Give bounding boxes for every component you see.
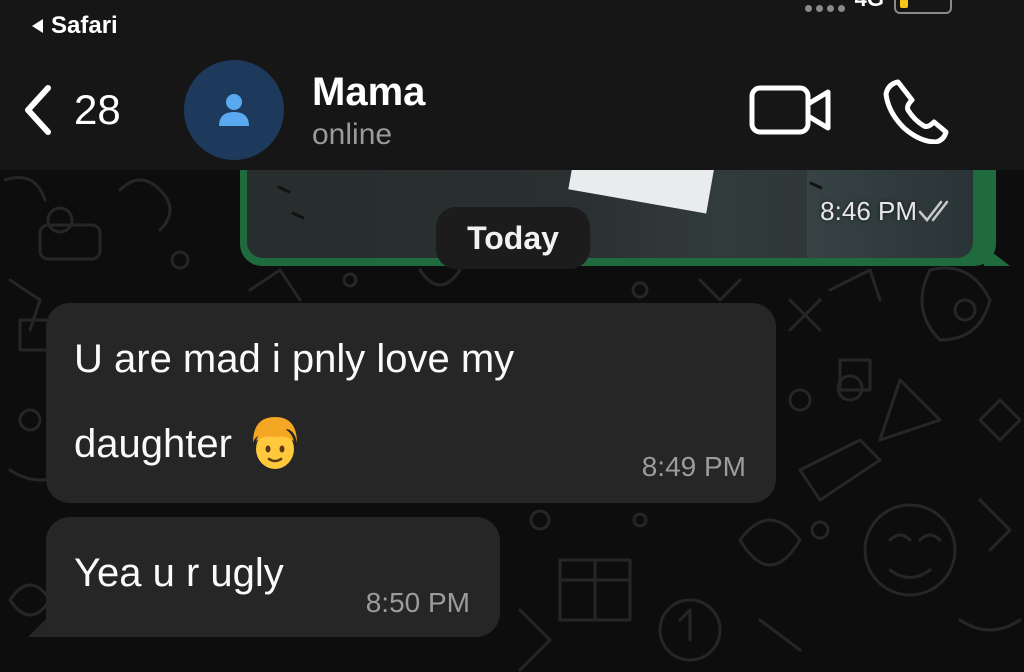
message-text: Yea u r ugly xyxy=(74,551,284,595)
back-button[interactable]: 28 xyxy=(20,74,121,146)
video-call-button[interactable] xyxy=(748,82,834,138)
message-text-line: U are mad i pnly love my xyxy=(74,337,515,381)
double-check-icon xyxy=(918,200,949,222)
voice-call-button[interactable] xyxy=(880,76,952,145)
message-time: 8:46 PM xyxy=(820,196,917,226)
bubble-tail xyxy=(28,615,50,637)
avatar[interactable] xyxy=(184,60,284,160)
unread-count: 28 xyxy=(74,86,121,133)
status-indicators: 4G xyxy=(804,0,952,14)
incoming-message[interactable]: U are mad i pnly love my daughter 8:49 P… xyxy=(46,303,776,503)
back-triangle-icon xyxy=(32,19,43,33)
message-text-line-with-emoji: daughter xyxy=(74,415,302,473)
phone-icon xyxy=(883,79,949,145)
status-bar: Safari 4G xyxy=(0,0,1024,52)
signal-strength-icon xyxy=(804,5,845,12)
person-icon xyxy=(219,94,249,126)
message-text-line: daughter xyxy=(74,421,232,466)
incoming-message[interactable]: Yea u r ugly 8:50 PM xyxy=(28,517,500,637)
message-time: 8:49 PM xyxy=(641,451,746,482)
chevron-left-icon xyxy=(25,85,51,135)
contact-status: online xyxy=(312,118,393,151)
chat-header: 28 Mama online xyxy=(0,52,1024,170)
boy-emoji-icon xyxy=(252,417,297,469)
bubble-tail xyxy=(984,246,1010,266)
contact-name[interactable]: Mama xyxy=(312,70,425,115)
date-separator: Today xyxy=(436,207,590,269)
message-time: 8:50 PM xyxy=(365,587,470,618)
network-label: 4G xyxy=(855,0,884,12)
battery-icon xyxy=(894,0,952,14)
back-app-label: Safari xyxy=(51,12,118,39)
photo-detail xyxy=(809,181,823,190)
back-to-app-link[interactable]: Safari xyxy=(32,12,118,40)
video-camera-icon xyxy=(749,85,831,135)
